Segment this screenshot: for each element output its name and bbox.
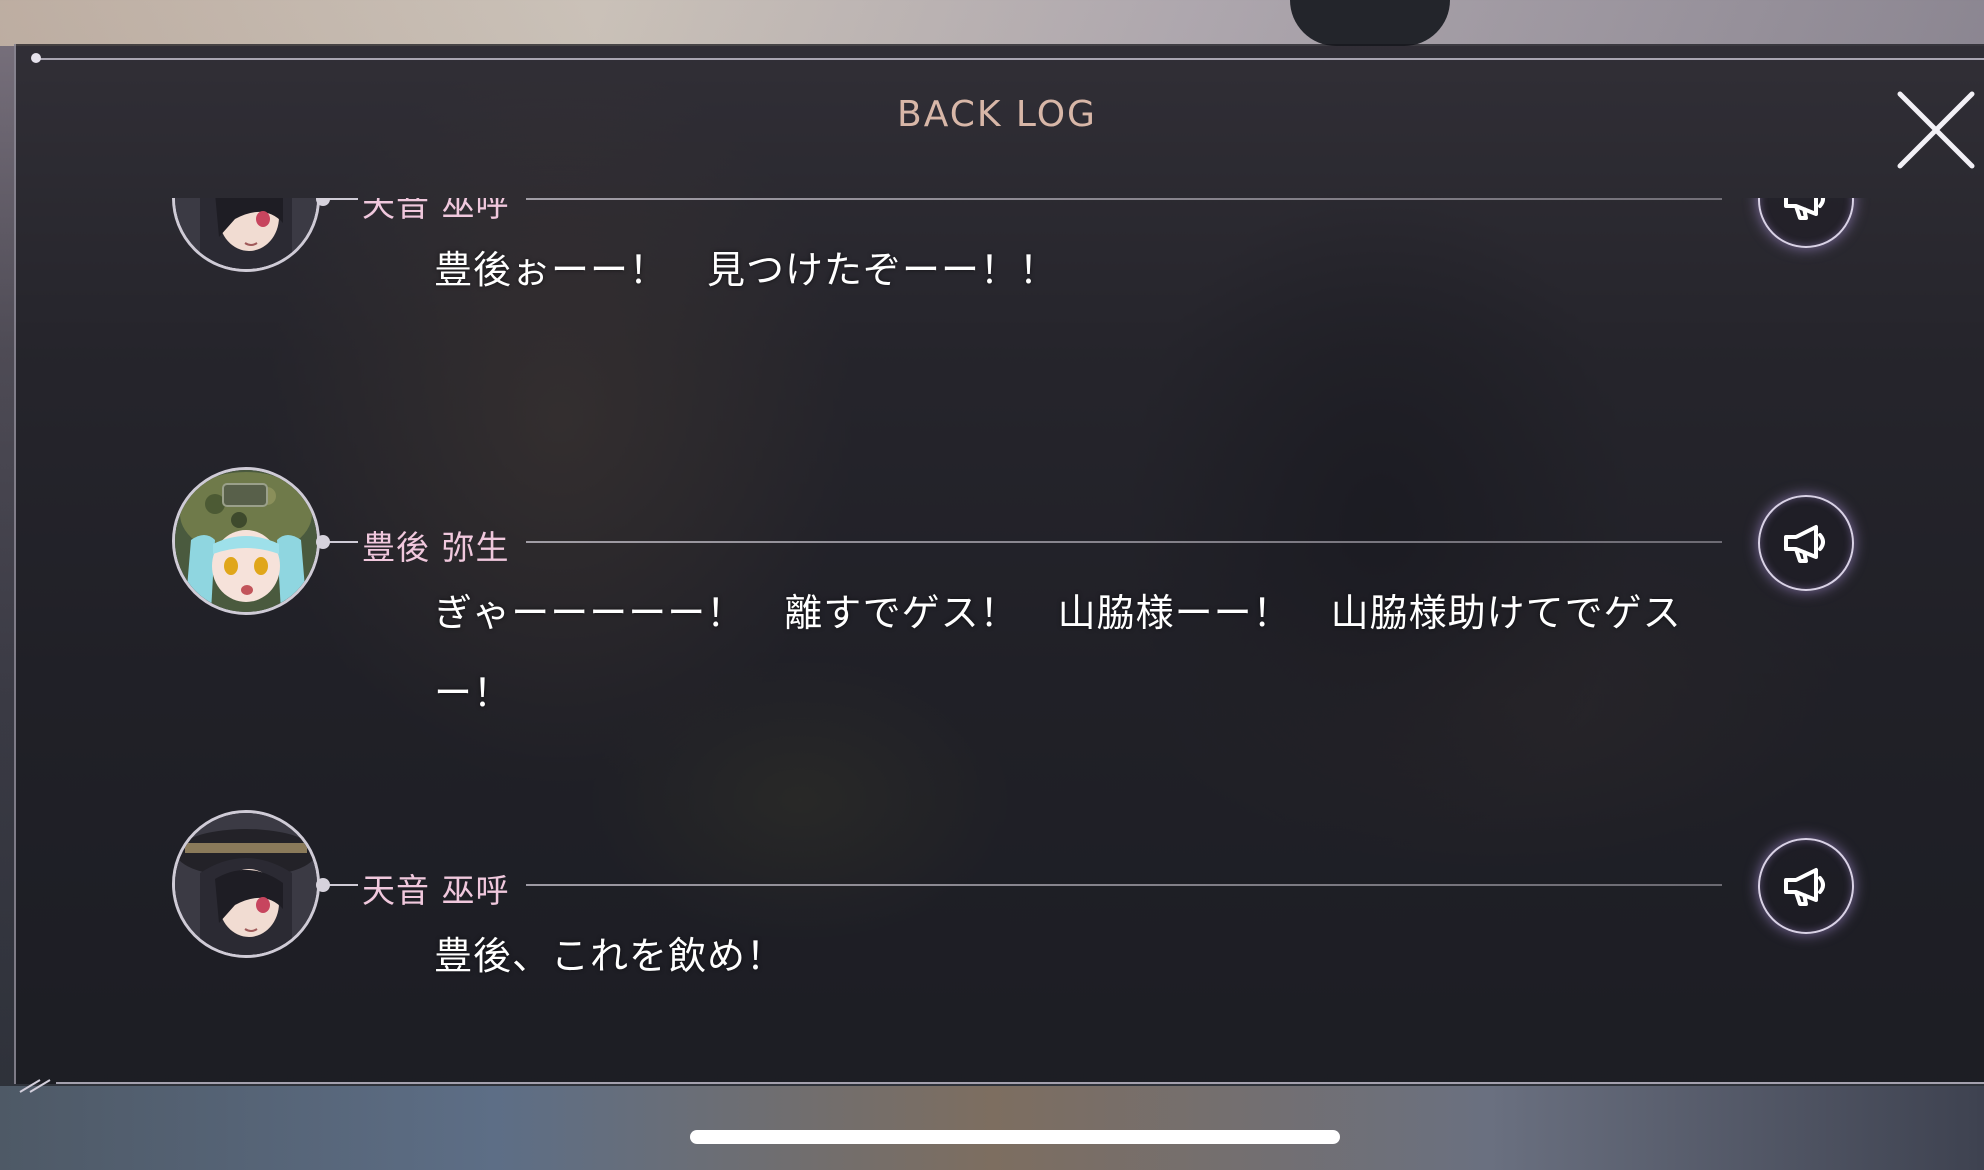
close-icon: [1897, 91, 1975, 169]
connector-dot: [316, 198, 330, 206]
backlog-entry: 豊後 弥生 ぎゃーーーーー！ 離すでゲス！ 山脇様ーー！ 山脇様助けてでゲスー！: [0, 459, 1984, 802]
dialogue-text: 豊後、これを飲め！: [434, 934, 786, 978]
amane-miko-portrait: [175, 813, 317, 955]
backlog-scroll-area[interactable]: 天音 巫呼 豊後ぉーー！ 見つけたぞーー！！ 豊後 弥生 ぎゃーーーーー！ 離す…: [0, 198, 1984, 1078]
connector-line: [326, 541, 358, 543]
voice-replay-button[interactable]: [1758, 198, 1854, 248]
voice-replay-button[interactable]: [1758, 838, 1854, 934]
background-scene-hat: [1290, 0, 1450, 46]
speaker-rule: [526, 884, 1722, 886]
speaker-rule: [526, 198, 1722, 200]
bungo-yayoi-portrait: [175, 470, 317, 612]
backlog-title: BACK LOG: [0, 94, 1984, 135]
background-scene-top: [0, 0, 1984, 46]
dialogue-text: 豊後ぉーー！ 見つけたぞーー！！: [434, 248, 1059, 292]
speaker-rule: [526, 541, 1722, 543]
avatar: [172, 198, 320, 272]
voice-replay-button[interactable]: [1758, 495, 1854, 591]
connector-dot: [316, 878, 330, 892]
frame-top-line: [36, 58, 1984, 60]
connector-line: [326, 198, 358, 200]
avatar: [172, 467, 320, 615]
speaker-name: 天音 巫呼: [362, 198, 510, 224]
frame-bottom-line: [56, 1082, 1984, 1084]
background-scene-bottom: [0, 1086, 1984, 1170]
connector-line: [326, 884, 358, 886]
speaker-name: 天音 巫呼: [362, 871, 510, 910]
megaphone-icon: [1784, 525, 1825, 563]
backlog-entry: 天音 巫呼 豊後、これを飲め！: [0, 802, 1984, 1078]
megaphone-icon: [1784, 198, 1825, 220]
speaker-name: 豊後 弥生: [362, 528, 510, 567]
avatar: [172, 810, 320, 958]
connector-dot: [316, 535, 330, 549]
close-button[interactable]: [1896, 90, 1976, 170]
frame-bottom-hatch: [19, 1079, 51, 1093]
amane-miko-portrait: [175, 198, 317, 269]
frame-top-dot: [31, 53, 41, 63]
backlog-list: 天音 巫呼 豊後ぉーー！ 見つけたぞーー！！ 豊後 弥生 ぎゃーーーーー！ 離す…: [0, 198, 1984, 1078]
megaphone-icon: [1784, 868, 1825, 906]
home-indicator[interactable]: [690, 1130, 1340, 1144]
backlog-title-text: BACK LOG: [897, 94, 1097, 135]
backlog-entry: 天音 巫呼 豊後ぉーー！ 見つけたぞーー！！: [0, 198, 1984, 459]
dialogue-text: ぎゃーーーーー！ 離すでゲス！ 山脇様ーー！ 山脇様助けてでゲスー！: [434, 591, 1682, 715]
